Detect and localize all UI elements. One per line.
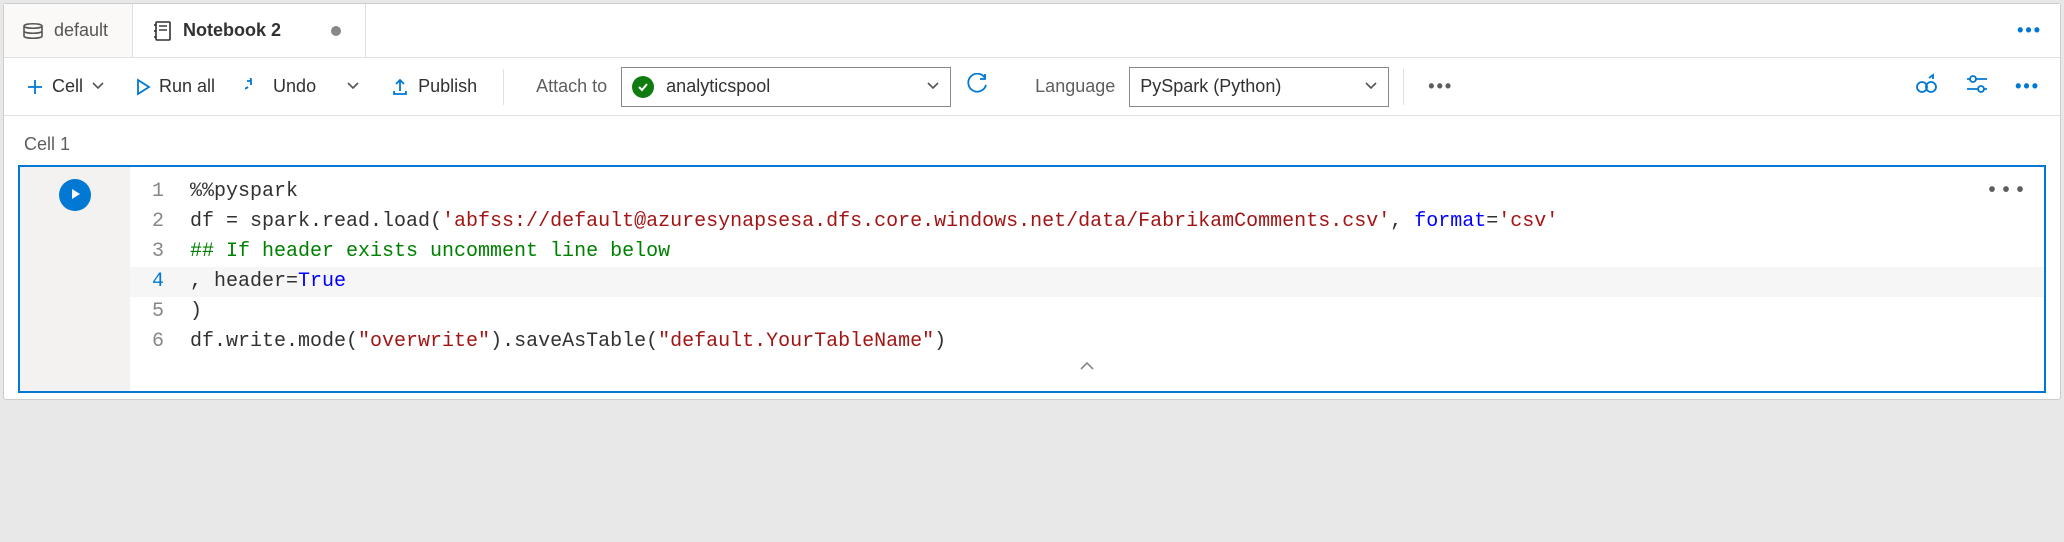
- chevron-down-icon: [346, 76, 360, 97]
- chevron-down-icon: [91, 76, 105, 97]
- code-line: 2 df = spark.read.load('abfss://default@…: [130, 207, 2044, 237]
- chevron-up-icon: [1078, 356, 1096, 379]
- line-number: 1: [130, 177, 190, 207]
- run-cell-button[interactable]: [59, 179, 91, 211]
- attach-to-value: analyticspool: [666, 76, 914, 97]
- code-line: 5 ): [130, 297, 2044, 327]
- add-cell-button[interactable]: Cell: [14, 70, 117, 103]
- chevron-down-icon: [926, 76, 940, 97]
- undo-label: Undo: [273, 76, 316, 97]
- app-window: default Notebook 2 ••• Cell: [3, 3, 2061, 400]
- tab-bar: default Notebook 2 •••: [4, 4, 2060, 58]
- notebook-icon: [151, 20, 173, 42]
- tab-notebook[interactable]: Notebook 2: [133, 4, 366, 57]
- toolbar-separator: [1403, 69, 1404, 105]
- add-cell-label: Cell: [52, 76, 83, 97]
- publish-button[interactable]: Publish: [378, 70, 489, 103]
- undo-button[interactable]: Undo: [233, 70, 328, 103]
- unsaved-indicator-icon: [331, 26, 341, 36]
- code-line: 4 , header=True: [130, 267, 2044, 297]
- tabbar-more-button[interactable]: •••: [1999, 4, 2060, 57]
- status-ok-icon: [632, 76, 654, 98]
- line-number: 5: [130, 297, 190, 327]
- tab-notebook-label: Notebook 2: [183, 20, 281, 41]
- cell-more-button[interactable]: •••: [1986, 177, 2028, 207]
- code-text: ## If header exists uncomment line below: [190, 237, 2044, 267]
- plus-icon: [26, 78, 44, 96]
- attach-to-label: Attach to: [518, 76, 615, 97]
- line-number: 4: [130, 267, 190, 297]
- code-text: , header=True: [190, 267, 2044, 297]
- sliders-icon: [1965, 74, 1989, 99]
- tab-default[interactable]: default: [4, 4, 133, 57]
- database-icon: [22, 22, 44, 40]
- tab-default-label: default: [54, 20, 108, 41]
- line-number: 3: [130, 237, 190, 267]
- run-all-button[interactable]: Run all: [123, 70, 227, 103]
- publish-label: Publish: [418, 76, 477, 97]
- language-value: PySpark (Python): [1140, 76, 1352, 97]
- cell-label: Cell 1: [18, 134, 2046, 165]
- toolbar-overflow-button[interactable]: •••: [2005, 70, 2050, 103]
- code-text: %%pyspark: [190, 177, 2044, 207]
- toolbar-separator: [503, 69, 504, 105]
- refresh-button[interactable]: [957, 67, 999, 106]
- language-select[interactable]: PySpark (Python): [1129, 67, 1389, 107]
- run-all-label: Run all: [159, 76, 215, 97]
- upload-icon: [390, 77, 410, 97]
- more-horizontal-icon: •••: [2017, 20, 2042, 41]
- code-editor[interactable]: ••• 1 %%pyspark 2 df = spark.read.load('…: [130, 167, 2044, 391]
- settings-button[interactable]: [1955, 68, 1999, 105]
- cell-gutter: [20, 167, 130, 391]
- language-label: Language: [1005, 76, 1123, 97]
- toolbar-more-button[interactable]: •••: [1418, 70, 1463, 103]
- code-line: 1 %%pyspark: [130, 177, 2044, 207]
- code-text: ): [190, 297, 2044, 327]
- more-horizontal-icon: •••: [1428, 76, 1453, 96]
- line-number: 2: [130, 207, 190, 237]
- code-text: df.write.mode("overwrite").saveAsTable("…: [190, 327, 2044, 357]
- variables-icon: [1915, 73, 1939, 100]
- play-icon: [135, 78, 151, 96]
- chevron-down-icon: [1364, 76, 1378, 97]
- more-horizontal-icon: •••: [2015, 76, 2040, 96]
- toolbar: Cell Run all Undo Publi: [4, 58, 2060, 116]
- attach-to-select[interactable]: analyticspool: [621, 67, 951, 107]
- code-cell: ••• 1 %%pyspark 2 df = spark.read.load('…: [18, 165, 2046, 393]
- collapse-cell-button[interactable]: [1078, 353, 1096, 383]
- variables-button[interactable]: [1905, 67, 1949, 106]
- code-line: 3 ## If header exists uncomment line bel…: [130, 237, 2044, 267]
- undo-dropdown-button[interactable]: [334, 70, 372, 103]
- refresh-icon: [967, 73, 989, 100]
- more-horizontal-icon: •••: [1986, 180, 2028, 203]
- code-text: df = spark.read.load('abfss://default@az…: [190, 207, 2044, 237]
- undo-icon: [245, 78, 265, 96]
- play-icon: [68, 185, 82, 206]
- line-number: 6: [130, 327, 190, 357]
- cell-area: Cell 1 ••• 1 %%pyspark 2: [4, 116, 2060, 399]
